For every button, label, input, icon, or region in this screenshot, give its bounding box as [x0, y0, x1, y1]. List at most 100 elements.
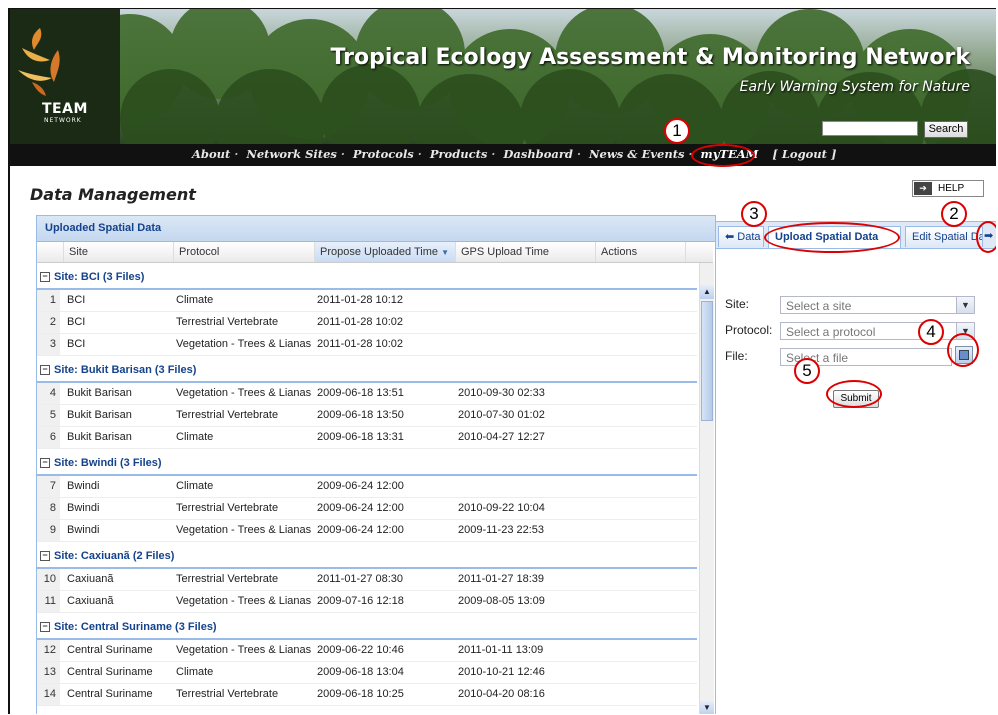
nav-logout[interactable]: [ Logout ]: [772, 147, 836, 161]
cell-protocol: Climate: [176, 666, 214, 678]
column-header-site[interactable]: Site: [64, 242, 174, 262]
grid-scrollbar[interactable]: ▲ ▼: [699, 263, 714, 714]
table-row[interactable]: 9 Bwindi Vegetation - Trees & Lianas 2009-0…: [37, 520, 697, 542]
column-header-gps-upload-time[interactable]: GPS Upload Time: [456, 242, 596, 262]
cell-site: Caxiuanã: [67, 595, 114, 607]
row-number: 10: [37, 569, 60, 590]
row-number: 14: [37, 684, 60, 705]
cell-protocol: Terrestrial Vertebrate: [176, 502, 279, 514]
cell-protocol: Vegetation - Trees & Lianas: [176, 524, 312, 536]
cell-proposed-time: 2009-06-18 13:04: [317, 666, 404, 678]
column-header-rownum: [37, 242, 64, 262]
column-header-protocol[interactable]: Protocol: [174, 242, 315, 262]
cell-proposed-time: 2009-06-18 13:50: [317, 409, 404, 421]
table-row[interactable]: 12 Central Suriname Vegetation - Trees & L…: [37, 640, 697, 662]
help-button[interactable]: ➔ HELP: [912, 180, 984, 197]
table-row[interactable]: 2 BCI Terrestrial Vertebrate 2011-01-28 10:…: [37, 312, 697, 334]
row-number: 2: [37, 312, 60, 333]
collapse-icon[interactable]: −: [40, 272, 50, 283]
collapse-icon[interactable]: −: [40, 551, 50, 562]
table-row[interactable]: 6 Bukit Barisan Climate 2009-06-18 13:31 201…: [37, 427, 697, 449]
tab-edit-spatial-data[interactable]: Edit Spatial Da: [905, 226, 983, 247]
group-header-label: Site: BCI (3 Files): [54, 271, 145, 283]
cell-gps-time: 2011-01-11 13:09: [458, 644, 544, 656]
table-row[interactable]: 1 BCI Climate 2011-01-28 10:12: [37, 290, 697, 312]
table-row[interactable]: 11 Caxiuanã Vegetation - Trees & Lianas 200…: [37, 591, 697, 613]
nav-dashboard[interactable]: Dashboard: [503, 147, 573, 161]
group-header[interactable]: − Site: Bwindi (3 Files): [37, 453, 697, 476]
group-header[interactable]: − Site: Caxiuanã (2 Files): [37, 546, 697, 569]
site-subtitle: Early Warning System for Nature: [739, 79, 970, 95]
chevron-down-icon[interactable]: ▼: [956, 297, 974, 313]
protocol-select[interactable]: Select a protocol ▼: [780, 322, 975, 340]
scroll-down-icon[interactable]: ▼: [700, 701, 714, 714]
cell-gps-time: 2010-10-21 12:46: [458, 666, 545, 678]
arrow-left-icon: ⬅: [725, 231, 735, 243]
annotation-oval-myteam: [691, 144, 755, 167]
cell-proposed-time: 2009-06-18 13:31: [317, 431, 404, 443]
logo-subtext: NETWORK: [44, 117, 82, 124]
grid-body: − Site: BCI (3 Files) 1 BCI Climate 2011-01-2…: [37, 263, 697, 714]
table-row[interactable]: 4 Bukit Barisan Vegetation - Trees & Liana…: [37, 383, 697, 405]
table-row[interactable]: 3 BCI Vegetation - Trees & Lianas 2011-01-2…: [37, 334, 697, 356]
cell-protocol: Climate: [176, 294, 214, 306]
collapse-icon[interactable]: −: [40, 458, 50, 469]
table-row[interactable]: 14 Central Suriname Terrestrial Vertebrate…: [37, 684, 697, 706]
cell-gps-time: 2010-07-30 01:02: [458, 409, 545, 421]
cell-proposed-time: 2009-07-16 12:18: [317, 595, 404, 607]
scroll-thumb[interactable]: [701, 301, 713, 421]
nav-news-events[interactable]: News & Events: [589, 147, 685, 161]
table-row[interactable]: 5 Bukit Barisan Terrestrial Vertebrate 2009…: [37, 405, 697, 427]
group-header[interactable]: − Site: Central Suriname (3 Files): [37, 617, 697, 640]
row-number: 3: [37, 334, 60, 355]
cell-gps-time: 2009-11-23 22:53: [458, 524, 545, 536]
cell-site: BCI: [67, 294, 86, 306]
annotation-circle-5: 5: [794, 358, 820, 384]
annotation-circle-1: 1: [664, 118, 690, 144]
cell-site: Central Suriname: [67, 688, 153, 700]
group-header-label: Site: Central Suriname (3 Files): [54, 621, 217, 633]
table-row[interactable]: 8 Bwindi Terrestrial Vertebrate 2009-06-24 …: [37, 498, 697, 520]
nav-about[interactable]: About: [192, 147, 230, 161]
nav-network-sites[interactable]: Network Sites: [246, 147, 337, 161]
cell-gps-time: 2010-09-30 02:33: [458, 387, 545, 399]
cell-site: Bwindi: [67, 502, 100, 514]
group-header[interactable]: − Site: BCI (3 Files): [37, 267, 697, 290]
column-header-label: Propose Uploaded Time: [320, 246, 439, 258]
row-number: 4: [37, 383, 60, 404]
header-search-button[interactable]: Search: [924, 121, 968, 138]
cell-site: Caxiuanã: [67, 573, 114, 585]
cell-proposed-time: 2009-06-24 12:00: [317, 524, 404, 536]
table-row[interactable]: 10 Caxiuanã Terrestrial Vertebrate 2011-01-…: [37, 569, 697, 591]
cell-proposed-time: 2009-06-18 10:25: [317, 688, 404, 700]
help-label: HELP: [938, 183, 965, 194]
header-search-input[interactable]: [822, 121, 918, 136]
annotation-oval-browse: [947, 333, 979, 367]
nav-products[interactable]: Products: [430, 147, 488, 161]
cell-protocol: Climate: [176, 480, 214, 492]
tab-data[interactable]: ⬅ Data: [718, 226, 764, 247]
collapse-icon[interactable]: −: [40, 365, 50, 376]
table-row[interactable]: 7 Bwindi Climate 2009-06-24 12:00: [37, 476, 697, 498]
cell-proposed-time: 2011-01-27 08:30: [317, 573, 404, 585]
table-row[interactable]: 13 Central Suriname Climate 2009-06-18 13:0…: [37, 662, 697, 684]
nav-protocols[interactable]: Protocols: [353, 147, 414, 161]
site-select[interactable]: Select a site ▼: [780, 296, 975, 314]
collapse-icon[interactable]: −: [40, 622, 50, 633]
group-header[interactable]: − Site: Bukit Barisan (3 Files): [37, 360, 697, 383]
cell-proposed-time: 2009-06-24 12:00: [317, 502, 404, 514]
row-number: 12: [37, 640, 60, 661]
cell-protocol: Terrestrial Vertebrate: [176, 316, 279, 328]
cell-protocol: Vegetation - Trees & Lianas: [176, 644, 312, 656]
annotation-oval-submit: [826, 380, 882, 408]
cell-proposed-time: 2011-01-28 10:12: [317, 294, 404, 306]
cell-gps-time: 2010-04-20 08:16: [458, 688, 545, 700]
cell-protocol: Terrestrial Vertebrate: [176, 573, 279, 585]
row-number: 8: [37, 498, 60, 519]
scroll-up-icon[interactable]: ▲: [700, 285, 714, 299]
column-header-actions: Actions: [596, 242, 686, 262]
cell-proposed-time: 2009-06-24 12:00: [317, 480, 404, 492]
uploaded-spatial-data-grid: Uploaded Spatial Data Site Protocol Prop…: [36, 215, 716, 714]
column-header-propose-uploaded-time[interactable]: Propose Uploaded Time ▼: [315, 242, 456, 262]
row-number: 7: [37, 476, 60, 497]
